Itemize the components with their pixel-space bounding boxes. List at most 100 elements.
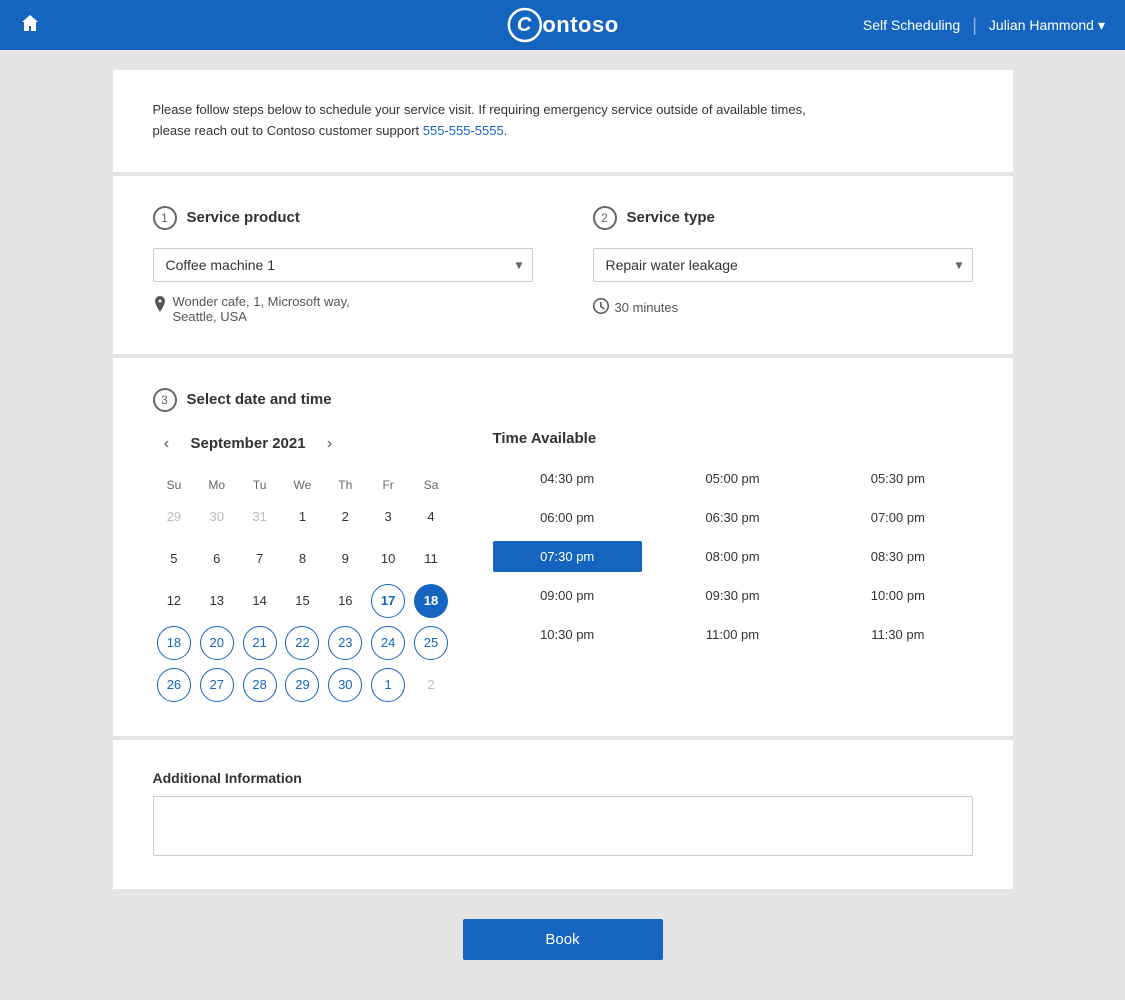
- calendar-day[interactable]: 17: [371, 584, 405, 618]
- prev-month-button[interactable]: ‹: [153, 430, 181, 458]
- calendar-cell[interactable]: 16: [324, 580, 367, 622]
- calendar-day[interactable]: 30: [200, 500, 234, 534]
- service-type-select[interactable]: Repair water leakage Regular maintenance: [593, 248, 973, 282]
- calendar-cell[interactable]: 15: [281, 580, 324, 622]
- calendar-cell[interactable]: 29: [153, 496, 196, 538]
- calendar-day[interactable]: 20: [200, 626, 234, 660]
- calendar-day[interactable]: 1: [371, 668, 405, 702]
- calendar-cell[interactable]: 30: [324, 664, 367, 706]
- calendar-day[interactable]: 23: [328, 626, 362, 660]
- schedule-card: 3 Select date and time ‹ September 2021 …: [113, 358, 1013, 736]
- user-menu[interactable]: Julian Hammond ▾: [989, 17, 1105, 34]
- calendar-day[interactable]: 28: [243, 668, 277, 702]
- calendar-cell[interactable]: 17: [367, 580, 410, 622]
- calendar-day[interactable]: 21: [243, 626, 277, 660]
- calendar-day[interactable]: 12: [157, 584, 191, 618]
- user-name: Julian Hammond: [989, 17, 1094, 33]
- calendar-day[interactable]: 14: [243, 584, 277, 618]
- time-slot[interactable]: 10:00 pm: [823, 580, 972, 611]
- calendar-day[interactable]: 10: [371, 542, 405, 576]
- calendar-cell[interactable]: 23: [324, 622, 367, 664]
- calendar-day[interactable]: 29: [285, 668, 319, 702]
- time-slot[interactable]: 05:00 pm: [658, 463, 807, 494]
- calendar-cell[interactable]: 31: [238, 496, 281, 538]
- calendar-day[interactable]: 8: [285, 542, 319, 576]
- time-slot[interactable]: 07:30 pm: [493, 541, 642, 572]
- step2-col: 2 Service type Repair water leakage Regu…: [593, 206, 973, 324]
- calendar-day[interactable]: 18: [157, 626, 191, 660]
- time-slot[interactable]: 11:30 pm: [823, 619, 972, 650]
- calendar-cell[interactable]: 12: [153, 580, 196, 622]
- calendar-cell[interactable]: 27: [195, 664, 238, 706]
- calendar-cell[interactable]: 11: [410, 538, 453, 580]
- time-slot[interactable]: 06:30 pm: [658, 502, 807, 533]
- time-slot[interactable]: 09:00 pm: [493, 580, 642, 611]
- calendar-day[interactable]: 4: [414, 500, 448, 534]
- calendar-cell[interactable]: 24: [367, 622, 410, 664]
- calendar-day[interactable]: 16: [328, 584, 362, 618]
- calendar-day[interactable]: 31: [243, 500, 277, 534]
- time-slot[interactable]: 06:00 pm: [493, 502, 642, 533]
- weekday-mo: Mo: [195, 474, 238, 496]
- time-slot[interactable]: 07:00 pm: [823, 502, 972, 533]
- calendar-day[interactable]: 30: [328, 668, 362, 702]
- calendar-day[interactable]: 3: [371, 500, 405, 534]
- home-button[interactable]: [20, 13, 40, 38]
- calendar-cell[interactable]: 28: [238, 664, 281, 706]
- calendar-day[interactable]: 9: [328, 542, 362, 576]
- support-phone[interactable]: 555-555-5555: [423, 123, 504, 138]
- calendar-day[interactable]: 15: [285, 584, 319, 618]
- calendar-day[interactable]: 25: [414, 626, 448, 660]
- calendar-cell[interactable]: 13: [195, 580, 238, 622]
- next-month-button[interactable]: ›: [316, 430, 344, 458]
- book-button[interactable]: Book: [463, 919, 663, 960]
- time-slot[interactable]: 09:30 pm: [658, 580, 807, 611]
- calendar-day[interactable]: 22: [285, 626, 319, 660]
- calendar-cell[interactable]: 3: [367, 496, 410, 538]
- calendar-cell[interactable]: 2: [324, 496, 367, 538]
- calendar-cell[interactable]: 21: [238, 622, 281, 664]
- time-slot[interactable]: 10:30 pm: [493, 619, 642, 650]
- calendar-day[interactable]: 7: [243, 542, 277, 576]
- calendar-cell[interactable]: 22: [281, 622, 324, 664]
- calendar-day[interactable]: 5: [157, 542, 191, 576]
- calendar-day[interactable]: 1: [285, 500, 319, 534]
- calendar-cell[interactable]: 14: [238, 580, 281, 622]
- calendar-day[interactable]: 2: [414, 668, 448, 702]
- calendar-cell[interactable]: 7: [238, 538, 281, 580]
- calendar-day[interactable]: 26: [157, 668, 191, 702]
- calendar-cell[interactable]: 18: [153, 622, 196, 664]
- calendar-cell[interactable]: 20: [195, 622, 238, 664]
- time-slot[interactable]: 08:00 pm: [658, 541, 807, 572]
- calendar-cell[interactable]: 26: [153, 664, 196, 706]
- calendar-cell[interactable]: 30: [195, 496, 238, 538]
- service-product-select[interactable]: Coffee machine 1 Coffee machine 2: [153, 248, 533, 282]
- calendar-cell[interactable]: 18: [410, 580, 453, 622]
- additional-info-input[interactable]: [153, 796, 973, 856]
- calendar-cell[interactable]: 1: [367, 664, 410, 706]
- calendar-cell[interactable]: 6: [195, 538, 238, 580]
- time-slot[interactable]: 11:00 pm: [658, 619, 807, 650]
- calendar-cell[interactable]: 10: [367, 538, 410, 580]
- calendar-cell[interactable]: 9: [324, 538, 367, 580]
- time-slot[interactable]: 05:30 pm: [823, 463, 972, 494]
- calendar-day[interactable]: 24: [371, 626, 405, 660]
- calendar-cell[interactable]: 1: [281, 496, 324, 538]
- calendar-nav: ‹ September 2021 ›: [153, 430, 453, 458]
- calendar-day[interactable]: 13: [200, 584, 234, 618]
- logo: C ontoso: [506, 7, 618, 43]
- calendar-day[interactable]: 27: [200, 668, 234, 702]
- calendar-day[interactable]: 2: [328, 500, 362, 534]
- calendar-cell[interactable]: 2: [410, 664, 453, 706]
- calendar-cell[interactable]: 25: [410, 622, 453, 664]
- calendar-day[interactable]: 18: [414, 584, 448, 618]
- calendar-cell[interactable]: 8: [281, 538, 324, 580]
- calendar-cell[interactable]: 29: [281, 664, 324, 706]
- calendar-day[interactable]: 29: [157, 500, 191, 534]
- time-slot[interactable]: 04:30 pm: [493, 463, 642, 494]
- calendar-day[interactable]: 11: [414, 542, 448, 576]
- time-slot[interactable]: 08:30 pm: [823, 541, 972, 572]
- calendar-cell[interactable]: 5: [153, 538, 196, 580]
- calendar-cell[interactable]: 4: [410, 496, 453, 538]
- calendar-day[interactable]: 6: [200, 542, 234, 576]
